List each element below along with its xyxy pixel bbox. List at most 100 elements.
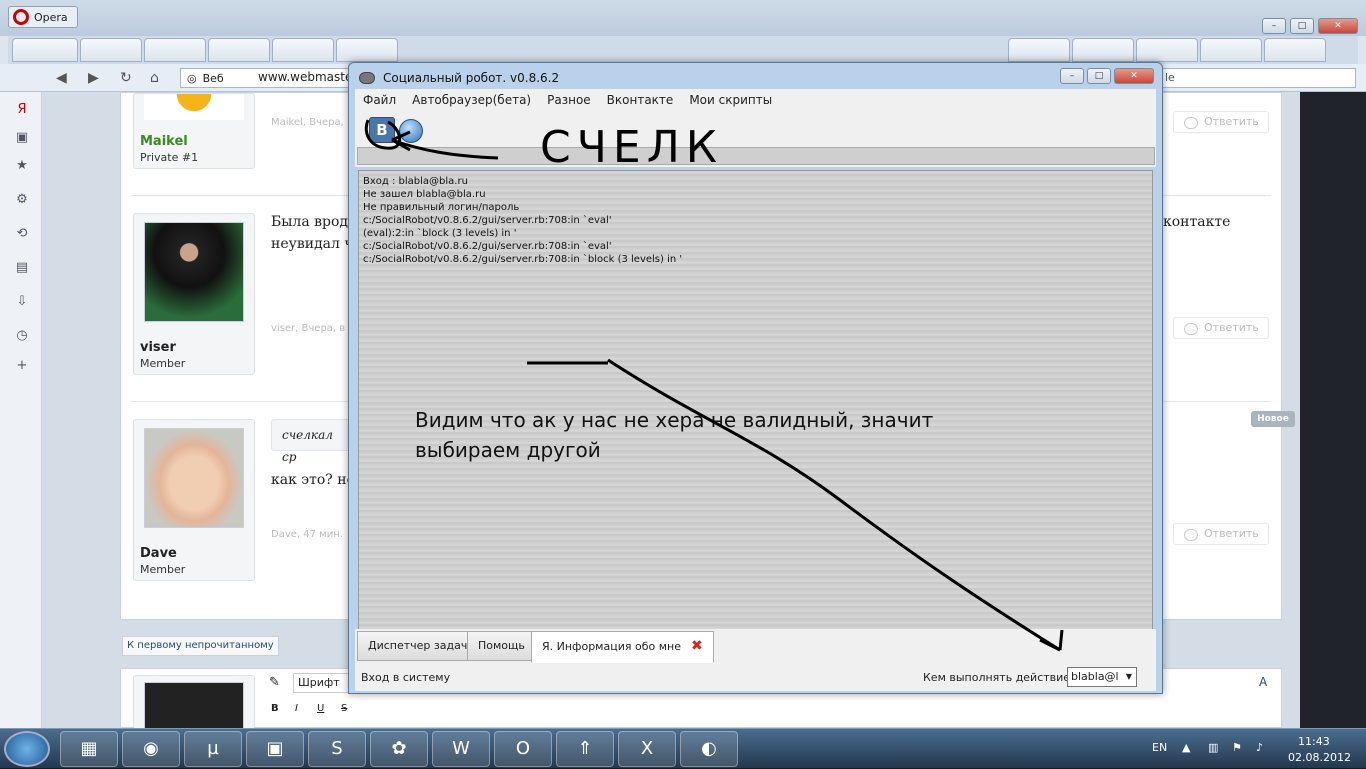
italic-icon[interactable]: I (295, 703, 298, 714)
browser-tab[interactable] (80, 38, 142, 62)
home-icon[interactable]: ⌂ (150, 70, 159, 86)
eraser-icon[interactable]: ✎ (269, 675, 280, 690)
user-role: Private #1 (140, 151, 199, 164)
tab-task-manager[interactable]: Диспетчер задач (357, 631, 479, 661)
menu-autobrowser[interactable]: Автобраузер(бета) (412, 93, 531, 107)
who-label: Кем выполнять действие (923, 671, 1071, 684)
maximize-button[interactable]: □ (1290, 18, 1314, 34)
browser-tab[interactable] (1136, 38, 1198, 62)
star-icon[interactable]: ★ (14, 158, 30, 174)
log-panel[interactable]: Вход : blabla@bla.ru Не зашел blabla@bla… (358, 170, 1153, 630)
strike-icon[interactable]: S (341, 703, 347, 714)
upload-icon[interactable]: ⇑ (556, 731, 614, 767)
opera-menu-label: Opera (34, 10, 68, 24)
menu-misc[interactable]: Разное (547, 93, 591, 107)
tab-my-info[interactable]: Я. Информация обо мне ✖ (531, 631, 714, 663)
account-select[interactable]: blabla@l ▼ (1067, 667, 1137, 687)
opera-logo-icon (13, 9, 29, 25)
tab-my-info-label: Я. Информация обо мне (542, 640, 681, 653)
bold-icon[interactable]: B (271, 703, 279, 714)
excel-icon[interactable]: X (618, 731, 676, 767)
tray-arrow-icon[interactable]: ▲ (1182, 741, 1190, 754)
search-field[interactable]: le (1160, 68, 1356, 88)
reply-button[interactable]: Ответить (1173, 111, 1269, 133)
browser-tab[interactable] (272, 38, 334, 62)
network-icon[interactable]: ▥ (1208, 741, 1218, 754)
explorer-icon[interactable]: ▦ (60, 731, 118, 767)
user-card: Maikel Private #1 (133, 93, 255, 169)
robot-maximize-button[interactable]: □ (1087, 68, 1111, 84)
close-button[interactable]: ✕ (1318, 18, 1358, 34)
unite-icon[interactable]: ⟲ (14, 226, 30, 242)
avatar[interactable] (144, 94, 244, 120)
menu-file[interactable]: Файл (363, 93, 396, 107)
browser-tab[interactable] (12, 38, 78, 62)
first-unread-button[interactable]: К первому непрочитанному (122, 636, 279, 656)
avatar[interactable] (144, 428, 244, 528)
post-meta: Dave, 47 мин. (271, 529, 343, 540)
social-robot-icon[interactable]: ◐ (680, 731, 738, 767)
new-badge: Новое (1251, 411, 1295, 427)
robot-close-button[interactable]: ✕ (1114, 68, 1154, 84)
reply-button[interactable]: Ответить (1173, 523, 1269, 545)
underline-icon[interactable]: U (317, 703, 324, 714)
user-card: viser Member (133, 213, 255, 375)
chrome-icon[interactable]: ◉ (122, 731, 180, 767)
back-icon[interactable]: ◀ (56, 70, 67, 86)
volume-icon[interactable]: ♪ (1256, 741, 1263, 754)
post-meta: Maikel, Вчера, (271, 117, 344, 128)
menu-vkontakte[interactable]: Вконтакте (607, 93, 674, 107)
browser-tab[interactable] (208, 38, 270, 62)
close-tab-icon[interactable]: ✖ (691, 638, 703, 654)
browser-tab[interactable] (1008, 38, 1070, 62)
bookmarks-icon[interactable]: ▣ (14, 130, 30, 146)
reload-icon[interactable]: ↻ (120, 70, 132, 86)
opera-menu-button[interactable]: Opera (8, 6, 78, 28)
history-icon[interactable]: ◷ (14, 328, 30, 344)
tab-strip (8, 36, 1358, 64)
reply-button[interactable]: Ответить (1173, 317, 1269, 339)
username[interactable]: Dave (140, 546, 177, 561)
icq-icon[interactable]: ✿ (370, 731, 428, 767)
menu-my-scripts[interactable]: Мои скрипты (689, 93, 772, 107)
robot-window-controls: – □ ✕ (1060, 68, 1154, 84)
browser-tab[interactable] (336, 38, 398, 62)
yandex-icon[interactable]: Я (14, 102, 30, 118)
log-line: Не правильный логин/пароль (363, 202, 520, 213)
quote-box: счелкал ср (271, 419, 351, 464)
opera-window-controls: – □ ✕ (1262, 18, 1358, 34)
tab-help[interactable]: Помощь (467, 631, 536, 661)
flag-icon[interactable]: ⚑ (1232, 741, 1242, 754)
browser-tab[interactable] (144, 38, 206, 62)
word-icon[interactable]: W (432, 731, 490, 767)
clock-date[interactable]: 02.08.2012 (1288, 751, 1351, 764)
robot-minimize-button[interactable]: – (1060, 68, 1084, 84)
utorrent-icon[interactable]: µ (184, 731, 242, 767)
downloads-icon[interactable]: ⇩ (14, 294, 30, 310)
opera-icon[interactable]: O (494, 731, 552, 767)
avatar[interactable] (144, 222, 244, 322)
browser-tab[interactable] (1264, 38, 1326, 62)
avatar (144, 682, 244, 732)
language-indicator[interactable]: EN (1152, 741, 1167, 754)
background-window (1300, 92, 1366, 728)
start-button[interactable] (4, 731, 50, 767)
browser-tab[interactable] (1072, 38, 1134, 62)
username[interactable]: Maikel (140, 134, 188, 149)
address-url[interactable]: www.webmaste (258, 70, 352, 84)
globe-icon[interactable] (399, 119, 423, 143)
vk-login-button[interactable]: В (369, 117, 395, 143)
browser-tab[interactable] (1200, 38, 1262, 62)
add-panel-icon[interactable]: + (14, 358, 30, 374)
forward-icon[interactable]: ▶ (88, 70, 99, 86)
font-style-icon[interactable]: A (1259, 675, 1267, 689)
notes-icon[interactable]: ▤ (14, 260, 30, 276)
save-disk-icon[interactable]: ▣ (246, 731, 304, 767)
minimize-button[interactable]: – (1262, 18, 1286, 34)
opera-titlebar: Opera – □ ✕ (0, 0, 1366, 36)
skype-icon[interactable]: S (308, 731, 366, 767)
username[interactable]: viser (140, 340, 176, 355)
clock-time[interactable]: 11:43 (1298, 735, 1330, 748)
gear-icon[interactable]: ⚙ (14, 192, 30, 208)
log-line: (eval):2:in `block (3 levels) in ' (363, 228, 517, 239)
